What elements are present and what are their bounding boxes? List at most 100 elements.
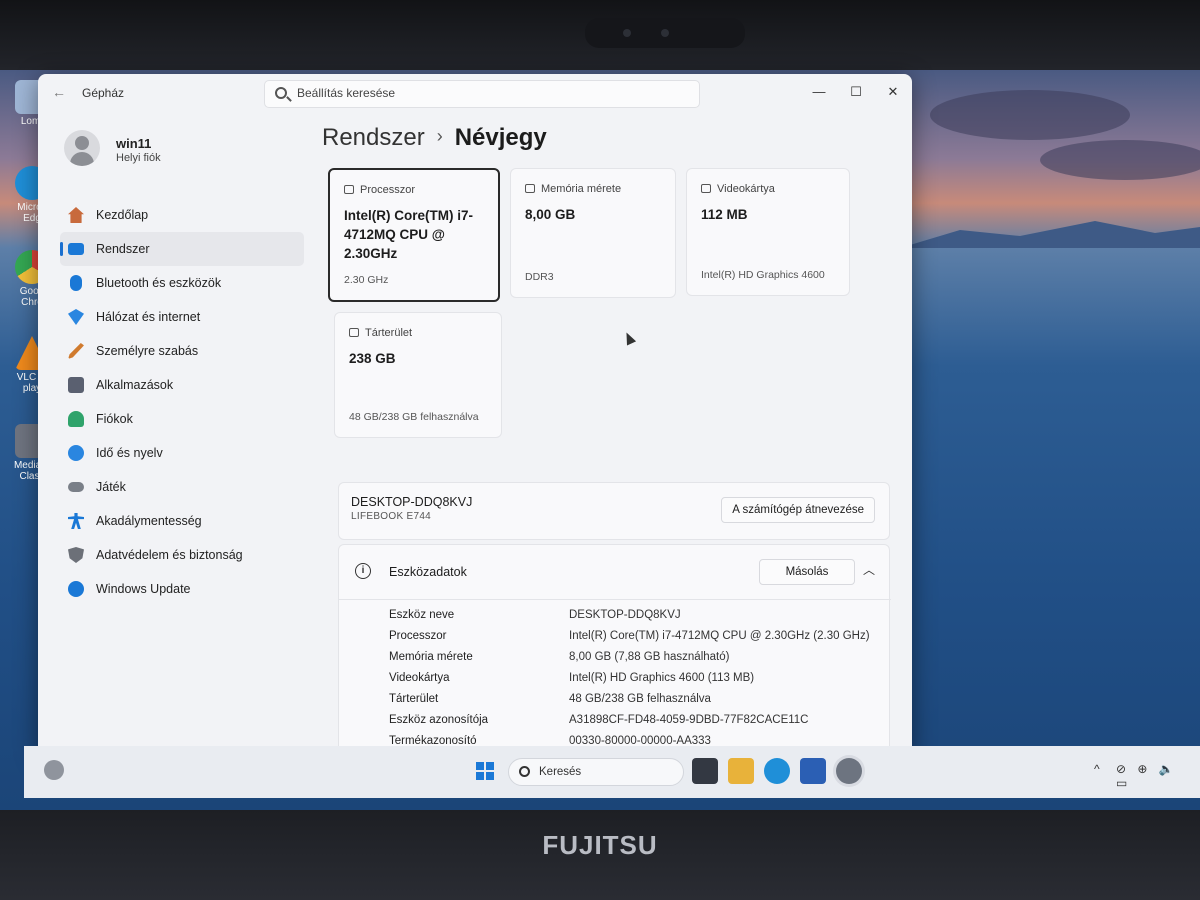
globe-clock-icon [68,445,84,461]
device-name: DESKTOP-DDQ8KVJ [351,495,473,509]
search-icon [275,87,287,99]
back-arrow-icon[interactable]: ← [52,84,66,100]
spec-key: Processzor [389,630,447,642]
sidebar-item-privacy-security[interactable]: Adatvédelem és biztonság [60,538,304,572]
wallpaper-cloud [930,90,1130,140]
sidebar-item-bluetooth[interactable]: Bluetooth és eszközök [60,266,304,300]
spec-card-foot: 48 GB/238 GB felhasználva [349,411,479,423]
sidebar-item-label: Akadálymentesség [96,514,202,528]
sidebar-item-apps[interactable]: Alkalmazások [60,368,304,402]
search-icon [519,766,530,777]
spec-card-value: Intel(R) Core(TM) i7-4712MQ CPU @ 2.30GH… [344,208,473,261]
title-bar: ← Gépház — ☐ ✕ [38,74,912,110]
spec-card-label: Memória mérete [525,183,621,195]
widgets-icon[interactable] [44,760,64,780]
taskbar: Keresés ^ ⊘ ⊕ 🔈 ▭ [24,746,1200,798]
sidebar-item-label: Személyre szabás [96,344,199,358]
spec-key: Memória mérete [389,651,473,663]
spec-card-value: 112 MB [701,207,748,222]
start-button[interactable] [476,762,494,780]
sidebar-item-windows-update[interactable]: Windows Update [60,572,304,606]
sidebar-item-label: Rendszer [96,242,150,256]
chevron-up-icon[interactable]: ︿ [863,561,875,578]
rename-pc-button[interactable]: A számítógép átnevezése [721,497,875,523]
settings-search-input[interactable] [297,86,677,100]
info-icon: i [355,563,371,579]
spec-value: 48 GB/238 GB felhasználva [569,693,711,705]
spec-card-foot: DDR3 [525,271,554,283]
accounts-icon [68,411,84,427]
spec-value: 8,00 GB (7,88 GB használható) [569,651,730,663]
spec-card-storage[interactable]: Tárterület 238 GB 48 GB/238 GB felhaszná… [334,312,502,438]
spec-row-device-name: Eszköz neve DESKTOP-DDQ8KVJ [389,609,879,630]
spec-card-label: Videokártya [701,183,775,195]
shield-icon [68,547,84,563]
sidebar-item-label: Bluetooth és eszközök [96,276,222,290]
sidebar-item-network[interactable]: Hálózat és internet [60,300,304,334]
home-icon [68,207,84,223]
spec-card-foot: 2.30 GHz [344,274,389,286]
store-icon[interactable] [800,758,826,784]
file-explorer-icon[interactable] [728,758,754,784]
sidebar-item-label: Hálózat és internet [96,310,201,324]
divider [339,599,891,600]
sidebar-item-system[interactable]: Rendszer [60,232,304,266]
sidebar-item-label: Adatvédelem és biztonság [96,548,243,562]
brush-icon [68,343,84,359]
breadcrumb: Rendszer › Névjegy [322,124,547,152]
spec-key: Eszköz azonosítója [389,714,489,726]
windows-logo-tile [486,772,494,780]
bluetooth-icon [70,275,82,291]
sidebar-item-accounts[interactable]: Fiókok [60,402,304,436]
sidebar-item-label: Idő és nyelv [96,446,163,460]
spec-key: Eszköz neve [389,609,455,621]
taskbar-search-label: Keresés [539,766,582,778]
spec-card-memory[interactable]: Memória mérete 8,00 GB DDR3 [510,168,676,298]
sidebar-item-personalization[interactable]: Személyre szabás [60,334,304,368]
sidebar-nav: Kezdőlap Rendszer Bluetooth és eszközök … [60,198,304,606]
apps-icon [68,377,84,393]
system-icon [68,243,84,255]
settings-search-box[interactable] [264,80,700,108]
memory-icon [525,184,535,193]
windows-logo-tile [476,762,484,770]
system-tray-icons[interactable]: ⊘ ⊕ 🔈 ▭ [1116,762,1200,790]
copy-button[interactable]: Másolás [759,559,855,585]
device-specs-title: Eszközadatok [389,565,467,579]
maximize-button[interactable]: ☐ [841,80,871,104]
taskbar-search[interactable]: Keresés [508,758,684,786]
spec-row-processor: Processzor Intel(R) Core(TM) i7-4712MQ CP… [389,630,879,651]
breadcrumb-parent[interactable]: Rendszer [322,124,425,151]
spec-card-value: 8,00 GB [525,207,576,222]
page-title: Névjegy [454,124,547,151]
task-view-icon[interactable] [692,758,718,784]
graphics-card-icon [701,184,711,193]
spec-value: Intel(R) Core(TM) i7-4712MQ CPU @ 2.30GH… [569,630,870,642]
sidebar-item-accessibility[interactable]: Akadálymentesség [60,504,304,538]
spec-value: Intel(R) HD Graphics 4600 (113 MB) [569,672,755,684]
sidebar-item-home[interactable]: Kezdőlap [60,198,304,232]
spec-card-graphics[interactable]: Videokártya 112 MB Intel(R) HD Graphics … [686,168,850,296]
spec-card-processor[interactable]: Processzor Intel(R) Core(TM) i7-4712MQ C… [328,168,500,302]
settings-app-icon[interactable] [836,758,862,784]
minimize-button[interactable]: — [804,80,834,104]
sidebar-item-label: Alkalmazások [96,378,174,392]
sidebar-item-label: Fiókok [96,412,133,426]
app-title: Gépház [82,86,125,100]
user-name: win11 [116,136,152,151]
edge-icon[interactable] [764,758,790,784]
sidebar-item-gaming[interactable]: Játék [60,470,304,504]
spec-key: Videokártya [389,672,450,684]
avatar [64,130,100,166]
close-button[interactable]: ✕ [878,80,908,104]
sidebar-item-label: Kezdőlap [96,208,149,222]
tray-overflow-chevron-icon[interactable]: ^ [1094,762,1100,776]
mouse-cursor [621,330,637,346]
spec-card-label: Tárterület [349,327,412,339]
spec-card-value: 238 GB [349,351,396,366]
storage-icon [349,328,359,337]
windows-logo-tile [476,772,484,780]
user-account-type: Helyi fiók [116,152,161,164]
spec-row-memory: Memória mérete 8,00 GB (7,88 GB használha… [389,651,879,672]
sidebar-item-time-language[interactable]: Idő és nyelv [60,436,304,470]
